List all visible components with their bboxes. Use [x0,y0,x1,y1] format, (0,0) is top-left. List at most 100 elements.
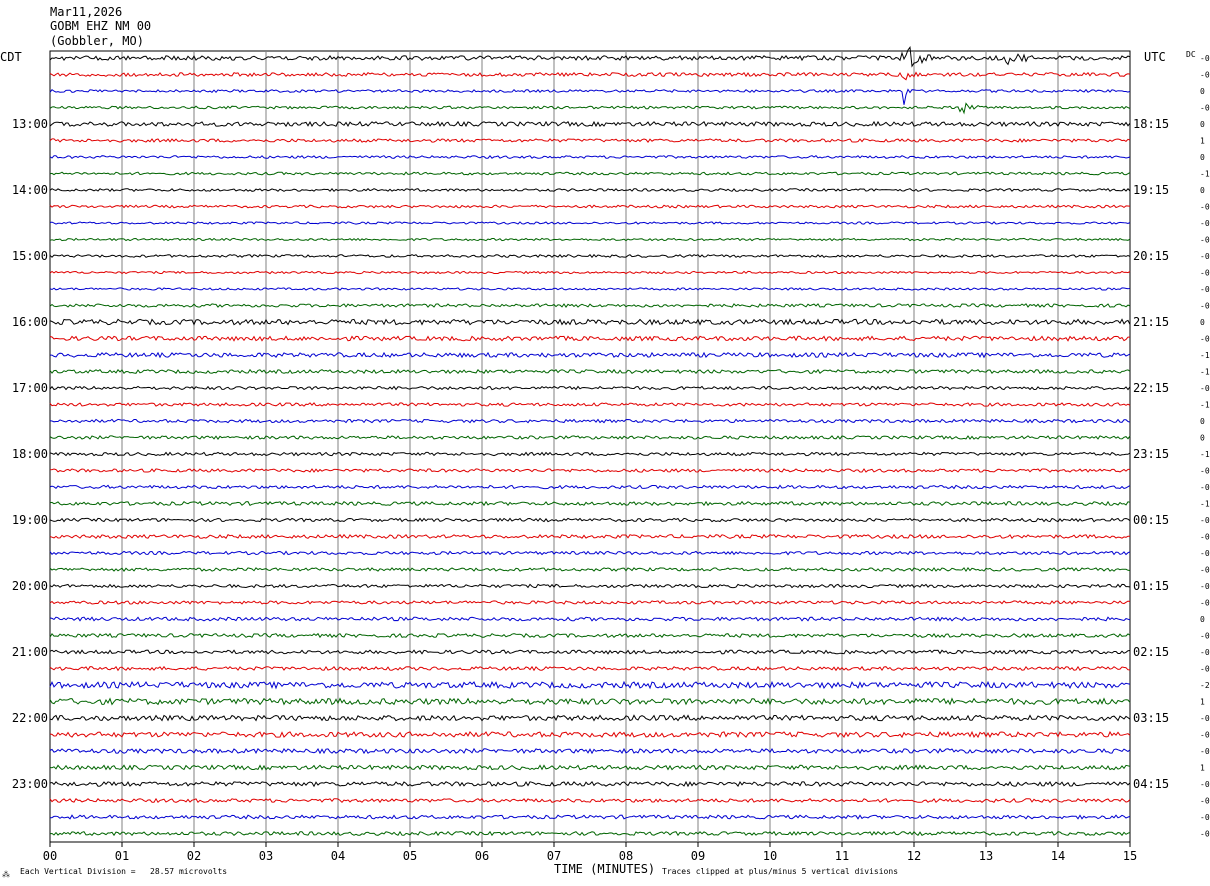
right-hour-label: 20:15 [1133,249,1169,263]
x-tick-label: 00 [43,849,57,863]
seismic-trace [49,71,1131,81]
dc-offset-label: -0 [1200,566,1210,575]
right-hour-label: 22:15 [1133,381,1169,395]
left-hour-label: 23:00 [12,777,48,791]
dc-offset-label: 0 [1200,186,1205,195]
dc-offset-label: -0 [1200,384,1210,393]
dc-offset-label: -1 [1200,500,1210,509]
seismic-trace [49,730,1131,739]
clip-note: Traces clipped at plus/minus 5 vertical … [662,867,898,876]
right-hour-label: 02:15 [1133,645,1169,659]
left-hour-label: 17:00 [12,381,48,395]
dc-offset-label: -0 [1200,665,1210,674]
dc-offset-label: -0 [1200,533,1210,542]
dc-offset-label: -1 [1200,368,1210,377]
dc-offset-label: -0 [1200,582,1210,591]
seismic-trace [49,188,1131,193]
x-tick-label: 04 [331,849,345,863]
seismic-trace [49,500,1131,507]
seismic-trace [49,583,1131,589]
seismic-trace [49,303,1131,308]
seismic-trace [49,764,1131,771]
dc-offset-label: -0 [1200,104,1210,113]
dc-offset-label: 1 [1200,137,1205,146]
label-layer: 00 01 02 03 04 05 06 07 08 09 10 11 12 13 14 15-0-00-00… [12,54,1210,863]
left-zone-label: CDT [0,50,22,64]
x-tick-label: 07 [547,849,561,863]
seismic-trace [49,435,1131,440]
seismic-trace [49,88,1131,105]
seismic-trace [49,385,1131,391]
dc-offset-label: -0 [1200,780,1210,789]
dc-offset-label: -0 [1200,516,1210,525]
dc-offset-label: 0 [1200,318,1205,327]
seismic-trace [49,665,1131,672]
dc-offset-label: 0 [1200,434,1205,443]
scale-note: Each Vertical Division = 28.57 microvolt… [20,867,227,876]
seismic-trace [49,616,1131,622]
dc-offset-label: -0 [1200,813,1210,822]
plot-frame [49,50,1131,843]
dc-offset-label: -0 [1200,335,1210,344]
seismic-trace [49,204,1131,209]
dc-offset-label: -1 [1200,351,1210,360]
seismic-trace [49,830,1131,837]
seismic-trace [49,451,1131,457]
dc-offset-label: -0 [1200,549,1210,558]
seismic-trace [49,697,1131,706]
right-hour-label: 23:15 [1133,447,1169,461]
seismic-trace [49,550,1131,556]
right-zone-label: UTC [1144,50,1166,64]
seismic-trace [49,632,1131,639]
dc-offset-label: 0 [1200,417,1205,426]
dc-label: DC [1186,50,1196,59]
seismic-trace [49,120,1131,128]
footer-icon: ⁂ [2,870,10,879]
dc-offset-label: 0 [1200,87,1205,96]
x-tick-label: 13 [979,849,993,863]
x-tick-label: 11 [835,849,849,863]
x-axis-label: TIME (MINUTES) [554,862,655,876]
x-tick-label: 03 [259,849,273,863]
right-hour-label: 04:15 [1133,777,1169,791]
seismic-trace [49,714,1131,722]
seismic-trace [49,418,1131,424]
left-hour-label: 13:00 [12,117,48,131]
left-hour-label: 20:00 [12,579,48,593]
dc-offset-label: -0 [1200,731,1210,740]
dc-offset-label: -0 [1200,599,1210,608]
x-tick-label: 02 [187,849,201,863]
seismic-trace [49,600,1131,605]
dc-offset-label: -0 [1200,71,1210,80]
x-tick-label: 01 [115,849,129,863]
dc-offset-label: 1 [1200,698,1205,707]
x-tick-label: 09 [691,849,705,863]
seismic-trace [49,680,1131,690]
seismic-trace [49,533,1130,540]
x-tick-label: 10 [763,849,777,863]
right-hour-label: 18:15 [1133,117,1169,131]
seismic-trace [49,747,1131,755]
seismic-trace [49,368,1131,375]
seismic-trace [49,270,1131,275]
seismic-trace [49,567,1131,573]
dc-offset-label: -0 [1200,747,1210,756]
dc-offset-label: -1 [1200,450,1210,459]
left-hour-label: 18:00 [12,447,48,461]
dc-offset-label: -0 [1200,797,1210,806]
header-date: Mar11,2026 [50,5,122,19]
grid-layer [49,51,1131,847]
helicorder-plot: Mar11,2026 GOBM EHZ NM 00 (Gobbler, MO) … [0,5,1210,879]
seismic-trace [49,221,1131,225]
dc-offset-label: 0 [1200,615,1205,624]
seismic-trace [49,45,1131,68]
seismic-trace [49,402,1131,407]
seismic-trace [49,318,1131,326]
dc-offset-label: -0 [1200,483,1210,492]
seismic-trace [49,155,1131,159]
dc-offset-label: 0 [1200,120,1205,129]
seismic-trace [49,484,1131,490]
seismic-trace [49,237,1131,242]
seismic-trace [49,649,1131,655]
left-hour-label: 22:00 [12,711,48,725]
